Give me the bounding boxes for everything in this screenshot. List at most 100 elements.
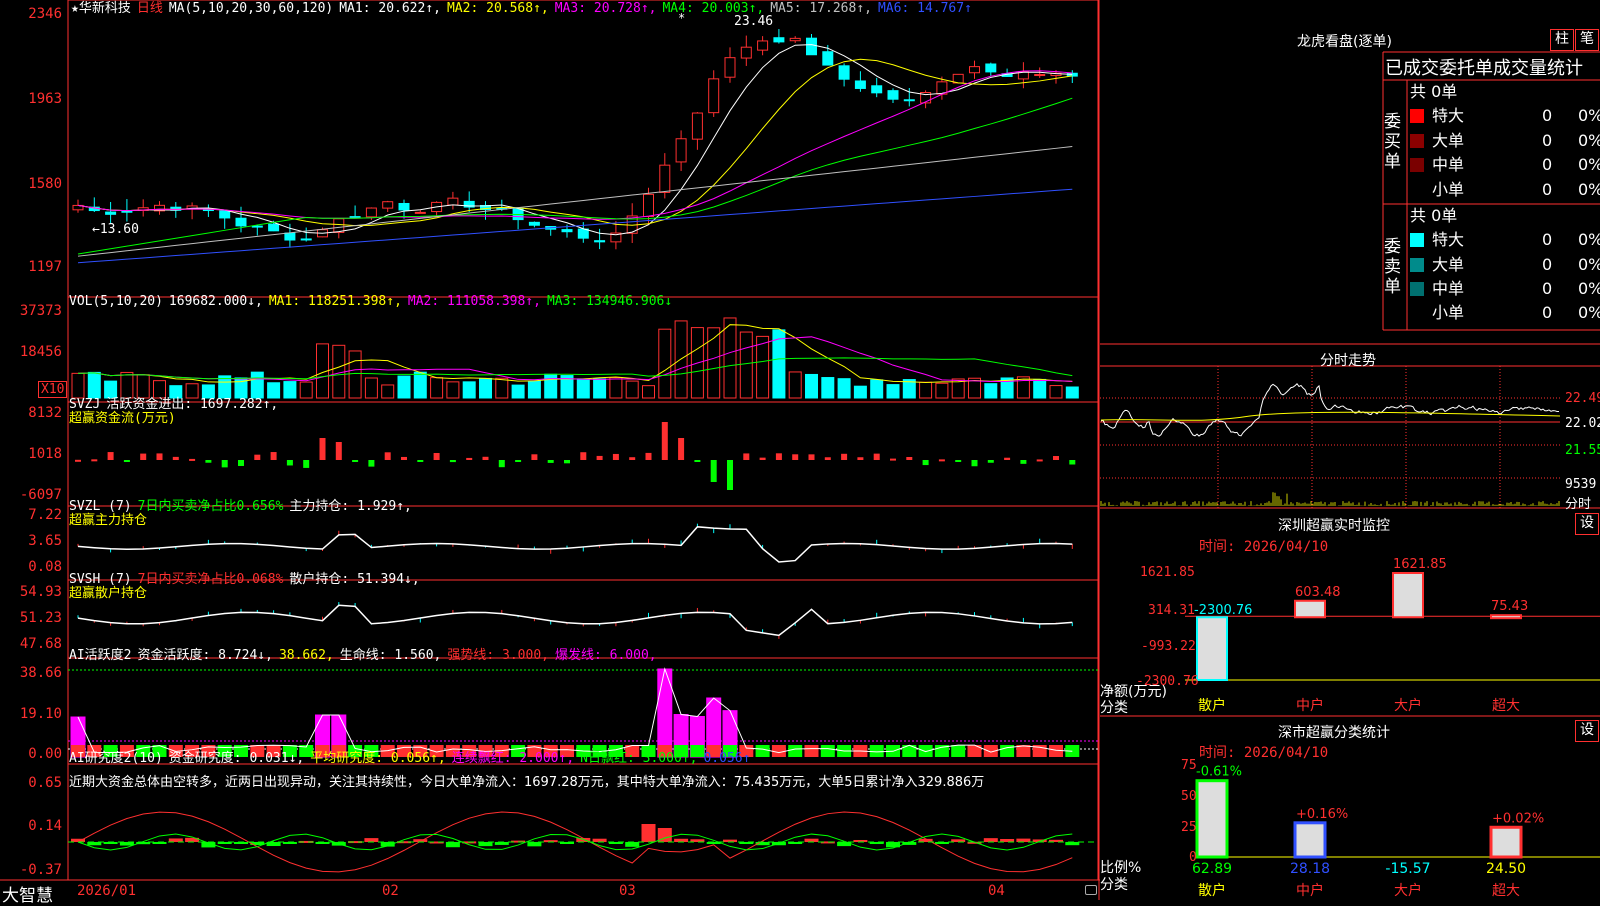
sell-m-swatch	[1410, 282, 1424, 296]
vol-label: VOL(5,10,20)	[69, 294, 163, 309]
ai1-value-yellow: 38.662,	[278, 648, 334, 663]
ma3-value: MA3: 20.728↑,	[554, 1, 657, 16]
volume-bar	[267, 382, 281, 399]
ai2-continuous: 连续飘红: 2.000↑,	[451, 751, 575, 766]
flow-bar	[792, 454, 799, 460]
volume-bar	[1016, 376, 1030, 399]
buy-l-label: 大单	[1432, 131, 1465, 150]
monitor-category-0: 散户	[1198, 697, 1226, 714]
monitor-category-2: 大户	[1394, 697, 1422, 714]
sz-classify-settings-button[interactable]: 设	[1575, 720, 1599, 742]
svsh-holding: 散户持仓: 51.394↓,	[289, 572, 420, 587]
buy-s-pct: 0%	[1578, 180, 1600, 199]
buy-xl-swatch	[1410, 109, 1424, 123]
ma5-value: MA5: 17.268↑,	[770, 1, 872, 16]
volume-bar	[283, 381, 297, 399]
classify-value-1: 28.18	[1290, 861, 1330, 877]
sz-ytick-1: 1621.85	[1140, 565, 1195, 580]
volume-bar	[935, 382, 949, 399]
volume-bar	[1065, 386, 1079, 399]
research-bar	[445, 842, 460, 848]
flow-bar	[678, 438, 685, 460]
sell-row-m[interactable]: 中单 0 0%	[1410, 278, 1600, 300]
candle-body	[691, 112, 703, 140]
volume-bar	[739, 331, 753, 399]
vol-ma3: MA3: 134946.906↓	[546, 294, 673, 309]
vol-tick-1: 37373	[19, 303, 62, 319]
buy-total: 共 0单	[1410, 82, 1458, 101]
svzl-holding: 主力持仓: 1.929↑,	[289, 499, 412, 514]
flow-bar	[75, 459, 81, 462]
x-label-mar: 03	[619, 883, 636, 899]
candle-body	[822, 51, 834, 66]
flow-bar	[743, 453, 750, 460]
flow-bar	[906, 456, 913, 460]
buy-s-swatch	[1410, 183, 1424, 197]
volume-bar	[544, 373, 558, 399]
sell-row-l[interactable]: 大单 0 0%	[1410, 254, 1600, 276]
classify-value-0: 62.89	[1192, 861, 1232, 877]
candle-body	[414, 211, 426, 214]
research-bar	[119, 842, 134, 846]
buy-row-s[interactable]: 小单 0 0%	[1410, 179, 1600, 201]
svzl-sub: 超赢主力持仓	[69, 513, 148, 528]
activity-base	[820, 745, 835, 757]
candle-body	[561, 229, 573, 233]
flow-bar	[857, 457, 864, 460]
sz-monitor-settings-button[interactable]: 设	[1575, 513, 1599, 535]
buy-row-l[interactable]: 大单 0 0%	[1410, 130, 1600, 152]
flow-bar	[661, 422, 668, 460]
sell-l-count: 0	[1542, 255, 1553, 274]
volume-bar	[462, 381, 476, 399]
ai2-tick-1: 0.65	[28, 775, 62, 791]
candle-body	[854, 80, 866, 89]
tick-mode-button[interactable]: 笔	[1575, 29, 1599, 51]
flow-bar	[352, 460, 359, 462]
stock-name[interactable]: 华新科技	[79, 1, 131, 16]
volume-bar	[299, 381, 313, 399]
research-bar	[1016, 838, 1031, 842]
sz-monitor-title: 深圳超赢实时监控	[1278, 518, 1390, 534]
buy-l-pct: 0%	[1578, 131, 1600, 150]
ai1-label: AI活跃度2	[69, 648, 132, 663]
buy-row-xl[interactable]: 特大 0 0%	[1410, 105, 1600, 127]
svzj-sub: 超赢资金流(万元)	[69, 411, 176, 426]
buy-m-label: 中单	[1432, 155, 1465, 174]
svsh-tick-2: 51.23	[19, 610, 62, 626]
sell-l-pct: 0%	[1578, 255, 1600, 274]
volume-bar	[511, 384, 525, 399]
sell-row-xl[interactable]: 特大 0 0%	[1410, 229, 1600, 251]
cls-xlabel: 分类	[1100, 877, 1128, 893]
svzl-tick-1: 7.22	[28, 507, 62, 523]
volume-bar	[658, 328, 672, 399]
ai2-blue: 0.056↑	[703, 751, 751, 766]
sell-xl-count: 0	[1542, 230, 1553, 249]
candle-body	[903, 99, 915, 102]
volume-bar	[495, 377, 509, 399]
flow-bar	[612, 453, 619, 460]
sell-row-s[interactable]: 小单 0 0%	[1410, 302, 1600, 324]
svsh-line	[77, 604, 1073, 637]
bar-mode-button[interactable]: 柱	[1550, 29, 1574, 51]
candle-body	[398, 202, 410, 211]
candle-body	[219, 210, 231, 219]
period-label[interactable]: 日线	[137, 1, 163, 16]
flow-bar	[808, 454, 815, 460]
buy-row-m[interactable]: 中单 0 0%	[1410, 154, 1600, 176]
volume-bar	[446, 381, 460, 399]
lock-icon[interactable]	[1085, 885, 1097, 895]
ma2-value: MA2: 20.568↑,	[446, 1, 549, 16]
vol-value-0: 169682.000↓,	[168, 294, 263, 309]
flow-bar	[205, 460, 212, 463]
ma-line-4	[77, 146, 1073, 257]
candle-body	[268, 223, 280, 232]
ai1-header: AI活跃度2 资金活跃度: 8.724↓, 38.662, 生命线: 1.560, 强势…	[69, 648, 663, 664]
sell-s-count: 0	[1542, 303, 1553, 322]
flow-bar	[335, 442, 342, 460]
buy-side-label: 委买单	[1384, 112, 1401, 172]
ai2-label: AI研究度2(10)	[69, 751, 163, 766]
svzj-tick-3: -6097	[19, 487, 62, 503]
volume-bar	[1049, 385, 1063, 399]
volume-bar	[625, 380, 639, 399]
ai1-lifeline: 生命线: 1.560,	[339, 648, 442, 663]
